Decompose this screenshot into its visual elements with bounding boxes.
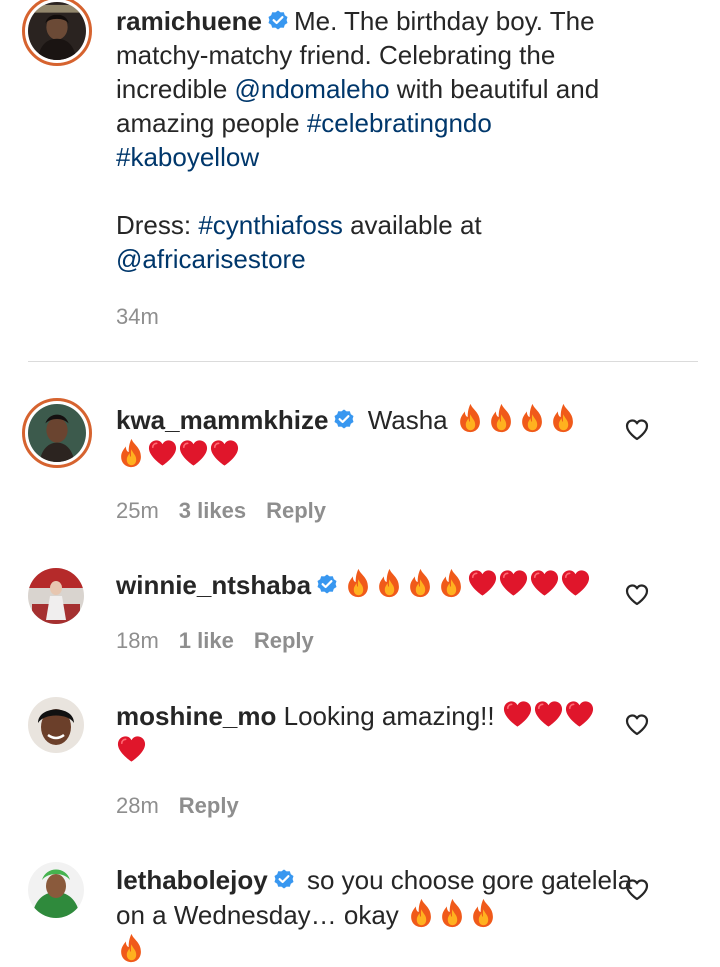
comment-text: winnie_ntshaba — [116, 567, 636, 602]
caption-time: 34m — [116, 304, 159, 329]
red-heart-emoji — [502, 698, 533, 730]
fire-emoji — [436, 567, 467, 599]
comment-body: Looking amazing!! — [283, 701, 495, 731]
fire-emoji — [374, 567, 405, 599]
comment-meta: 28m Reply — [116, 793, 259, 819]
red-heart-emoji — [209, 437, 240, 469]
reply-button[interactable]: Reply — [266, 498, 326, 523]
caption-text-3: available at — [342, 210, 482, 240]
comment-username[interactable]: winnie_ntshaba — [116, 570, 311, 600]
likes-count[interactable]: 1 like — [179, 628, 234, 653]
fire-emoji — [437, 897, 468, 929]
red-heart-emoji — [564, 698, 595, 730]
fire-emoji — [548, 402, 579, 434]
dress-label: Dress: — [116, 210, 199, 240]
fire-emoji — [405, 567, 436, 599]
red-heart-emoji — [560, 567, 591, 599]
avatar-image — [28, 568, 84, 624]
comment-text: kwa_mammkhize Washa — [116, 402, 636, 472]
red-heart-emoji — [529, 567, 560, 599]
reply-button[interactable]: Reply — [179, 793, 239, 818]
comment-time: 28m — [116, 793, 159, 818]
avatar-image — [28, 2, 86, 60]
caption-avatar[interactable] — [22, 0, 92, 66]
verified-badge-icon — [315, 573, 339, 597]
fire-emoji — [116, 437, 147, 469]
like-heart-icon[interactable] — [624, 582, 650, 608]
comment-username[interactable]: kwa_mammkhize — [116, 405, 328, 435]
divider — [28, 361, 698, 362]
comment-username[interactable]: lethabolejoy — [116, 865, 268, 895]
fire-emoji — [116, 932, 147, 964]
mention-link[interactable]: @ndomaleho — [235, 74, 390, 104]
mention-link[interactable]: @africarisestore — [116, 244, 306, 274]
red-heart-emoji — [116, 733, 147, 765]
comment-username[interactable]: moshine_mo — [116, 701, 276, 731]
reply-button[interactable]: Reply — [254, 628, 314, 653]
red-heart-emoji — [147, 437, 178, 469]
hashtag-link[interactable]: #celebratingndo — [307, 108, 492, 138]
avatar-image — [28, 697, 84, 753]
red-heart-emoji — [467, 567, 498, 599]
like-heart-icon[interactable] — [624, 417, 650, 443]
fire-emoji — [455, 402, 486, 434]
avatar-image — [28, 862, 84, 918]
fire-emoji — [343, 567, 374, 599]
hashtag-link[interactable]: #kaboyellow — [116, 142, 259, 172]
comment-avatar[interactable] — [22, 398, 92, 468]
comment-time: 18m — [116, 628, 159, 653]
comment-avatar[interactable] — [28, 568, 84, 624]
comment-avatar[interactable] — [28, 697, 84, 753]
like-heart-icon[interactable] — [624, 877, 650, 903]
like-heart-icon[interactable] — [624, 712, 650, 738]
comment-body: Washa — [367, 405, 448, 435]
comment-avatar[interactable] — [28, 862, 84, 918]
caption-username[interactable]: ramichuene — [116, 6, 262, 36]
comment-meta: 25m 3 likes Reply — [116, 498, 346, 524]
comment-meta: 18m 1 like Reply — [116, 628, 334, 654]
fire-emoji — [486, 402, 517, 434]
comment-time: 25m — [116, 498, 159, 523]
fire-emoji — [406, 897, 437, 929]
comment-text: lethabolejoy so you choose gore gatelela… — [116, 863, 636, 967]
fire-emoji — [468, 897, 499, 929]
comment-text: moshine_mo Looking amazing!! — [116, 698, 636, 768]
red-heart-emoji — [533, 698, 564, 730]
caption-text: ramichuene Me. The birthday boy. The matc… — [116, 4, 636, 276]
verified-badge-icon — [266, 9, 290, 33]
fire-emoji — [517, 402, 548, 434]
red-heart-emoji — [178, 437, 209, 469]
verified-badge-icon — [272, 868, 296, 892]
red-heart-emoji — [498, 567, 529, 599]
hashtag-link[interactable]: #cynthiafoss — [198, 210, 343, 240]
avatar-image — [28, 404, 86, 462]
likes-count[interactable]: 3 likes — [179, 498, 246, 523]
caption-meta: 34m — [116, 304, 179, 330]
verified-badge-icon — [332, 408, 356, 432]
